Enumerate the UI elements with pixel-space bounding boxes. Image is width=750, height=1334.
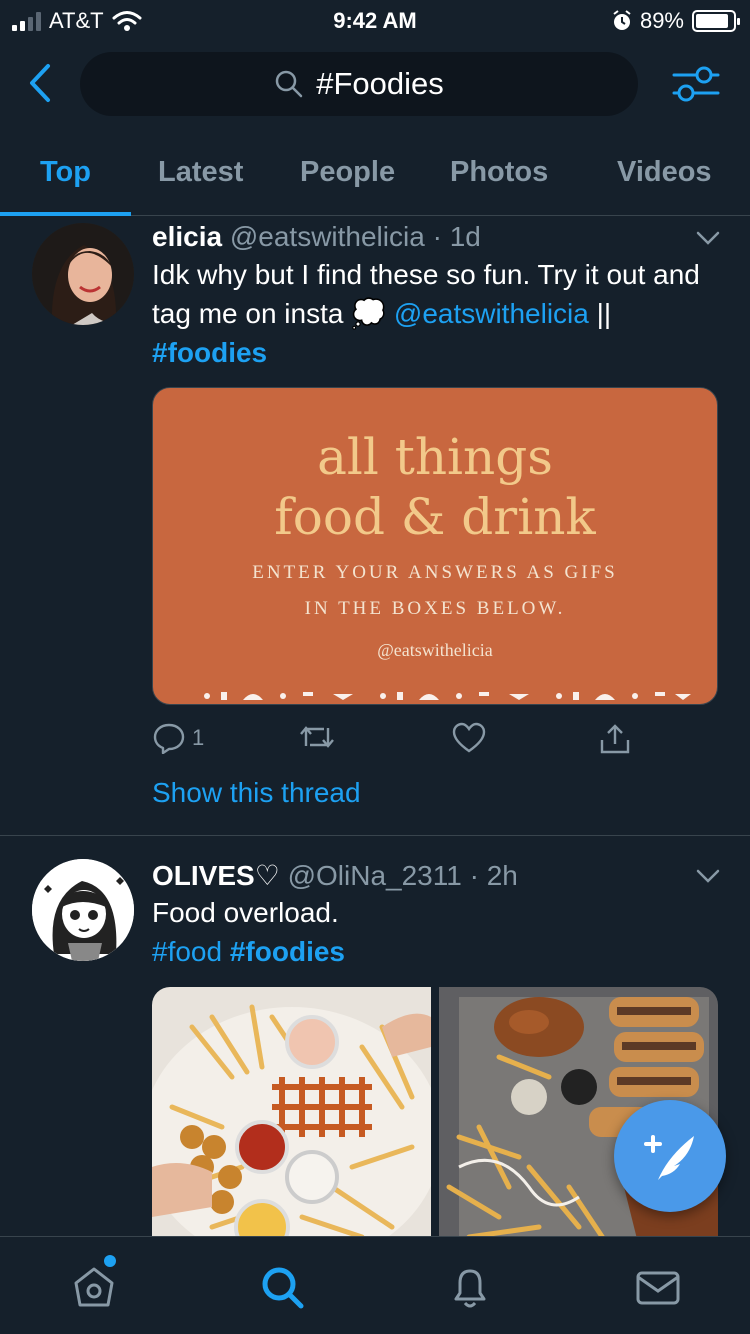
sliders-icon[interactable] xyxy=(672,62,720,106)
avatar-photo-icon xyxy=(32,223,134,325)
notification-dot xyxy=(104,1255,116,1267)
explore-search-icon[interactable] xyxy=(258,1263,306,1311)
tweet-text: Food overload. #food #foodies xyxy=(152,893,722,971)
share-button[interactable] xyxy=(598,722,632,756)
chevron-down-icon[interactable] xyxy=(696,869,720,883)
tab-videos[interactable]: Videos xyxy=(617,156,712,189)
tweet-meta: elicia @eatswithelicia · 1d xyxy=(152,221,481,253)
bell-icon[interactable] xyxy=(446,1263,494,1311)
hashtag-link[interactable]: #food xyxy=(152,936,222,967)
tab-latest[interactable]: Latest xyxy=(158,156,243,189)
tweet-text: Idk why but I find these so fun. Try it … xyxy=(152,255,722,372)
tweet-meta: OLIVES♡ @OliNa_2311 · 2h xyxy=(152,859,518,892)
retweet-icon xyxy=(300,726,334,748)
tweet[interactable]: elicia @eatswithelicia · 1d Idk why but … xyxy=(0,217,750,836)
reply-count: 1 xyxy=(192,725,205,750)
tab-top[interactable]: Top xyxy=(40,156,91,189)
search-tabs: Top Latest People Photos Videos xyxy=(0,130,750,216)
back-chevron-icon[interactable] xyxy=(22,60,62,106)
search-header: #Foodies xyxy=(0,40,750,130)
tab-photos[interactable]: Photos xyxy=(450,156,548,189)
text-separator: || xyxy=(596,298,612,329)
meta-separator: · xyxy=(469,860,479,891)
alarm-icon xyxy=(613,10,631,30)
bottom-navigation xyxy=(0,1236,750,1334)
tweet-text-main: Food overload. xyxy=(152,897,339,928)
tab-people[interactable]: People xyxy=(300,156,395,189)
food-photo-left-art xyxy=(152,987,431,1247)
card-line1: all things xyxy=(317,428,553,486)
author-name[interactable]: elicia xyxy=(152,221,222,252)
retweet-button[interactable] xyxy=(298,722,336,752)
card-line2: food & drink xyxy=(274,488,596,546)
avatar-manga-icon xyxy=(32,859,134,961)
home-icon[interactable] xyxy=(70,1263,118,1311)
card-sub1: ENTER YOUR ANSWERS AS GIFS xyxy=(252,562,618,583)
search-input[interactable]: #Foodies xyxy=(80,52,638,116)
food-photo-left[interactable] xyxy=(152,987,431,1247)
reply-button[interactable]: 1 xyxy=(152,722,204,754)
active-tab-indicator xyxy=(0,212,131,216)
comment-icon xyxy=(153,723,185,754)
tweet-actions: 1 xyxy=(152,722,652,762)
avatar[interactable] xyxy=(32,223,134,325)
search-query: #Foodies xyxy=(316,66,444,101)
hashtag-link[interactable]: #foodies xyxy=(230,936,345,967)
avatar[interactable] xyxy=(32,859,134,961)
emoji-thought-balloon: 💭 xyxy=(351,298,387,329)
meta-separator: · xyxy=(432,221,442,252)
hashtag-link[interactable]: #foodies xyxy=(152,337,267,368)
mention-link[interactable]: @eatswithelicia xyxy=(394,298,589,329)
search-icon xyxy=(275,70,303,98)
chevron-down-icon[interactable] xyxy=(696,231,720,245)
show-thread-link[interactable]: Show this thread xyxy=(152,777,361,809)
card-handle: @eatswithelicia xyxy=(377,640,493,660)
author-handle[interactable]: @eatswithelicia xyxy=(230,221,425,252)
compose-tweet-button[interactable] xyxy=(614,1100,726,1212)
card-sub2: IN THE BOXES BELOW. xyxy=(304,598,566,619)
status-right: 89% xyxy=(612,8,740,34)
battery-icon xyxy=(692,10,740,32)
status-bar: AT&T 9:42 AM 89% xyxy=(0,0,750,40)
share-icon xyxy=(600,724,630,754)
like-button[interactable] xyxy=(452,722,486,754)
tweet-time: 2h xyxy=(486,860,518,891)
tweet-time: 1d xyxy=(449,221,481,252)
tweet-media-card[interactable]: all things food & drink ENTER YOUR ANSWE… xyxy=(152,387,718,705)
mail-icon[interactable] xyxy=(634,1263,682,1311)
author-handle[interactable]: @OliNa_2311 xyxy=(288,860,462,891)
heart-icon xyxy=(452,722,486,753)
compose-tweet-icon xyxy=(644,1135,694,1180)
food-doodles-decoration xyxy=(204,692,691,700)
battery-percent: 89% xyxy=(639,8,684,33)
author-name[interactable]: OLIVES♡ xyxy=(152,860,280,891)
